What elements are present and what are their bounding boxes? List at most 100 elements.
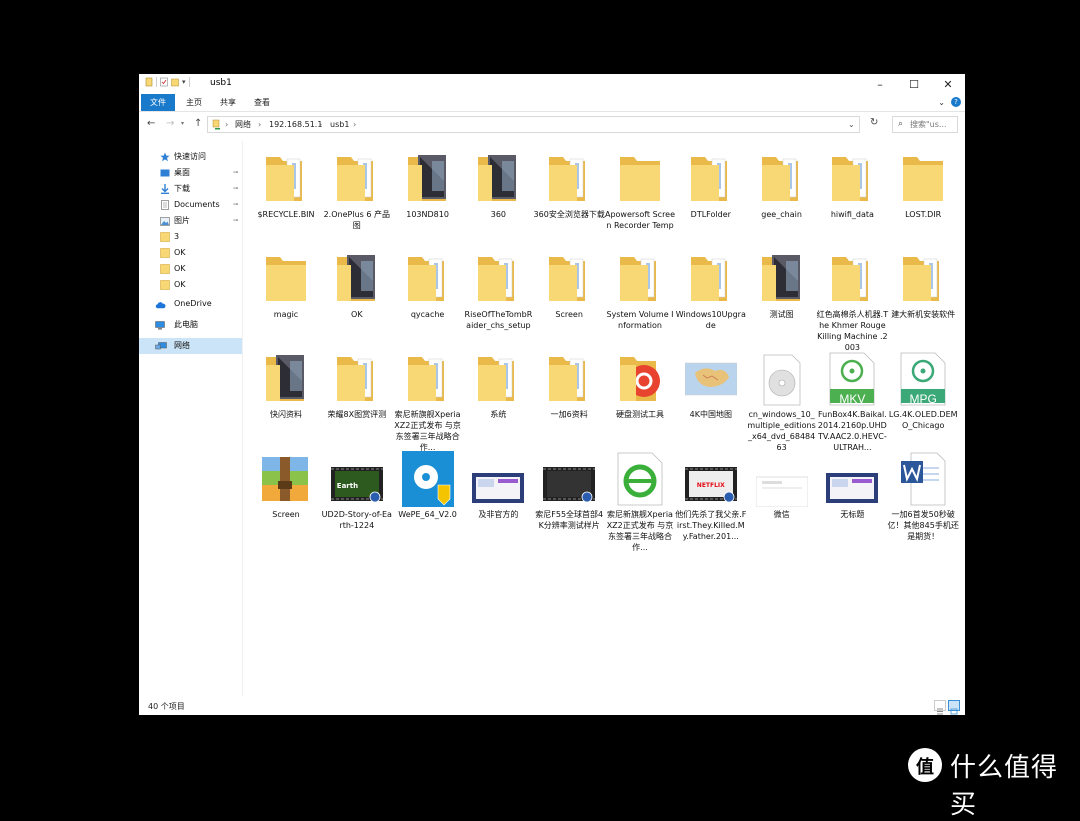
ribbon-collapse-icon[interactable]: ⌄ <box>938 98 945 107</box>
folder-icon <box>160 232 170 242</box>
status-bar: 40 个项目 <box>139 697 965 715</box>
file-item[interactable]: 及非官方的 <box>462 441 534 551</box>
help-icon[interactable]: ? <box>951 97 961 107</box>
address-dropdown-icon[interactable]: ⌄ <box>848 117 855 132</box>
breadcrumb-host[interactable]: 192.168.51.1 <box>269 117 322 132</box>
tab-view[interactable]: 查看 <box>247 94 277 111</box>
folder-icon <box>260 151 312 207</box>
file-item[interactable]: DTLFolder <box>675 141 747 251</box>
details-view-button[interactable] <box>934 700 946 715</box>
file-item[interactable]: LOST.DIR <box>887 141 959 251</box>
back-button[interactable]: ← <box>147 118 155 129</box>
file-item[interactable]: Earth UD2D-Story-of-Earth-1224 <box>321 441 393 551</box>
tab-share[interactable]: 共享 <box>213 94 243 111</box>
file-item[interactable]: Apowersoft Screen Recorder Temp <box>604 141 676 251</box>
file-item[interactable]: 红色高棉杀人机器.The Khmer Rouge Killing Machine… <box>816 241 888 352</box>
sidebar-item[interactable]: OK <box>139 277 242 293</box>
file-item[interactable]: NETFLIX 他们先杀了我父亲.First.They.Killed.My.Fat… <box>675 441 747 551</box>
sidebar-item[interactable]: OK <box>139 245 242 261</box>
photo-folder-icon <box>331 251 383 307</box>
file-item[interactable]: RiseOfTheTombRaider_chs_setup <box>462 241 534 351</box>
breadcrumb-separator-icon[interactable]: › <box>319 117 322 132</box>
file-item[interactable]: 无标题 <box>816 441 888 551</box>
search-input[interactable]: ⌕ 搜索"us... <box>892 116 958 133</box>
folder-icon <box>160 280 170 290</box>
pin-icon[interactable]: ⊸ <box>233 197 238 213</box>
file-item[interactable]: 360 <box>462 141 534 251</box>
breadcrumb-separator-icon[interactable]: › <box>258 117 261 132</box>
tab-home[interactable]: 主页 <box>179 94 209 111</box>
details-view-icon <box>937 708 943 715</box>
file-item[interactable]: hiwifi_data <box>816 141 888 251</box>
sidebar-item[interactable]: 下载 ⊸ <box>139 181 242 197</box>
file-item[interactable]: 索尼新旗舰Xperia XZ2正式发布 与京东签署三年战略合作... <box>604 441 676 552</box>
maximize-button[interactable]: ☐ <box>897 74 931 94</box>
sidebar-item[interactable]: OneDrive <box>139 296 242 312</box>
large-icons-view-button[interactable] <box>948 700 960 715</box>
sidebar-item[interactable]: 3 <box>139 229 242 245</box>
file-item[interactable]: magic <box>250 241 322 351</box>
new-folder-icon[interactable] <box>171 77 179 87</box>
breadcrumb-network[interactable]: 网络 <box>235 117 251 132</box>
file-item[interactable]: 荣耀8X图赏评测 <box>321 341 393 451</box>
breadcrumb-separator-icon[interactable]: › <box>353 117 356 132</box>
file-item[interactable]: cn_windows_10_multiple_editions_x64_dvd_… <box>746 341 818 452</box>
file-item[interactable]: 索尼F55全球首部4K分辨率测试样片 <box>533 441 605 551</box>
tab-file[interactable]: 文件 <box>141 94 175 111</box>
file-item[interactable]: $RECYCLE.BIN <box>250 141 322 251</box>
file-item[interactable]: 103ND810 <box>392 141 464 251</box>
file-item[interactable]: 微信 <box>746 441 818 551</box>
sidebar-item[interactable]: OK <box>139 261 242 277</box>
pin-icon[interactable]: ⊸ <box>233 165 238 181</box>
photo-folder-icon <box>472 151 524 207</box>
qat-dropdown-icon[interactable]: ▾ <box>182 78 186 86</box>
file-item[interactable]: 测试图 <box>746 241 818 351</box>
breadcrumb-separator-icon[interactable]: › <box>225 117 228 132</box>
sidebar-item[interactable]: Documents ⊸ <box>139 197 242 213</box>
recent-locations-icon[interactable]: ▾ <box>181 120 184 127</box>
file-item[interactable]: OK <box>321 241 393 351</box>
file-item[interactable]: 建大新机安装软件 <box>887 241 959 351</box>
sidebar-item[interactable]: 网络 <box>139 338 242 354</box>
file-name: 快闪资料 <box>270 410 302 419</box>
refresh-button[interactable]: ↻ <box>870 117 878 128</box>
network-drive-icon <box>212 119 220 130</box>
file-item[interactable]: 2.OnePlus 6 产品图 <box>321 141 393 251</box>
breadcrumb-usb1[interactable]: usb1 <box>330 117 349 132</box>
sidebar-item[interactable]: 桌面 ⊸ <box>139 165 242 181</box>
checkmark-icon[interactable] <box>160 77 168 87</box>
file-item[interactable]: 硬盘测试工具 <box>604 341 676 451</box>
file-item[interactable]: 4K中国地图 <box>675 341 747 451</box>
file-item[interactable]: 系统 <box>462 341 534 451</box>
file-item[interactable]: qycache <box>392 241 464 351</box>
folder-icon <box>614 251 666 307</box>
file-item[interactable]: MKV FunBox4K.Baikal.2014.2160p.UHDTV.AAC2… <box>816 341 888 452</box>
map-image-icon <box>684 351 738 407</box>
file-item[interactable]: Screen <box>250 441 322 551</box>
file-item[interactable]: 360安全浏览器下载 <box>533 141 605 251</box>
file-item[interactable]: System Volume Information <box>604 241 676 351</box>
sidebar-item[interactable]: 图片 ⊸ <box>139 213 242 229</box>
file-item[interactable]: 一加6资料 <box>533 341 605 451</box>
file-item[interactable]: 索尼新旗舰Xperia XZ2正式发布 与京东签署三年战略合作... <box>392 341 464 452</box>
sidebar-item-label: 快速访问 <box>174 152 206 161</box>
sidebar-item[interactable]: 快速访问 <box>139 149 242 165</box>
file-item[interactable]: Windows10Upgrade <box>675 241 747 351</box>
file-item[interactable]: Screen <box>533 241 605 351</box>
file-item[interactable]: 一加6首发50秒破亿！其他845手机还是期货！ <box>887 441 959 551</box>
file-item[interactable]: 快闪资料 <box>250 341 322 451</box>
file-item[interactable]: WePE_64_V2.0 <box>392 441 464 551</box>
forward-button[interactable]: → <box>166 118 174 129</box>
properties-icon[interactable] <box>145 77 153 87</box>
file-item[interactable]: MPG LG.4K.OLED.DEMO_Chicago <box>887 341 959 451</box>
up-button[interactable]: ↑ <box>194 118 202 129</box>
address-bar[interactable]: › 网络 › 192.168.51.1 › usb1 › ⌄ <box>207 116 860 133</box>
file-name: 一加6首发50秒破亿！其他845手机还是期货！ <box>887 510 959 541</box>
file-item[interactable]: gee_chain <box>746 141 818 251</box>
pin-icon[interactable]: ⊸ <box>233 213 238 229</box>
close-button[interactable]: ✕ <box>931 74 965 94</box>
pin-icon[interactable]: ⊸ <box>233 181 238 197</box>
minimize-button[interactable]: – <box>863 74 897 94</box>
sidebar-item[interactable]: 此电脑 <box>139 317 242 333</box>
file-name: 无标题 <box>840 510 865 519</box>
